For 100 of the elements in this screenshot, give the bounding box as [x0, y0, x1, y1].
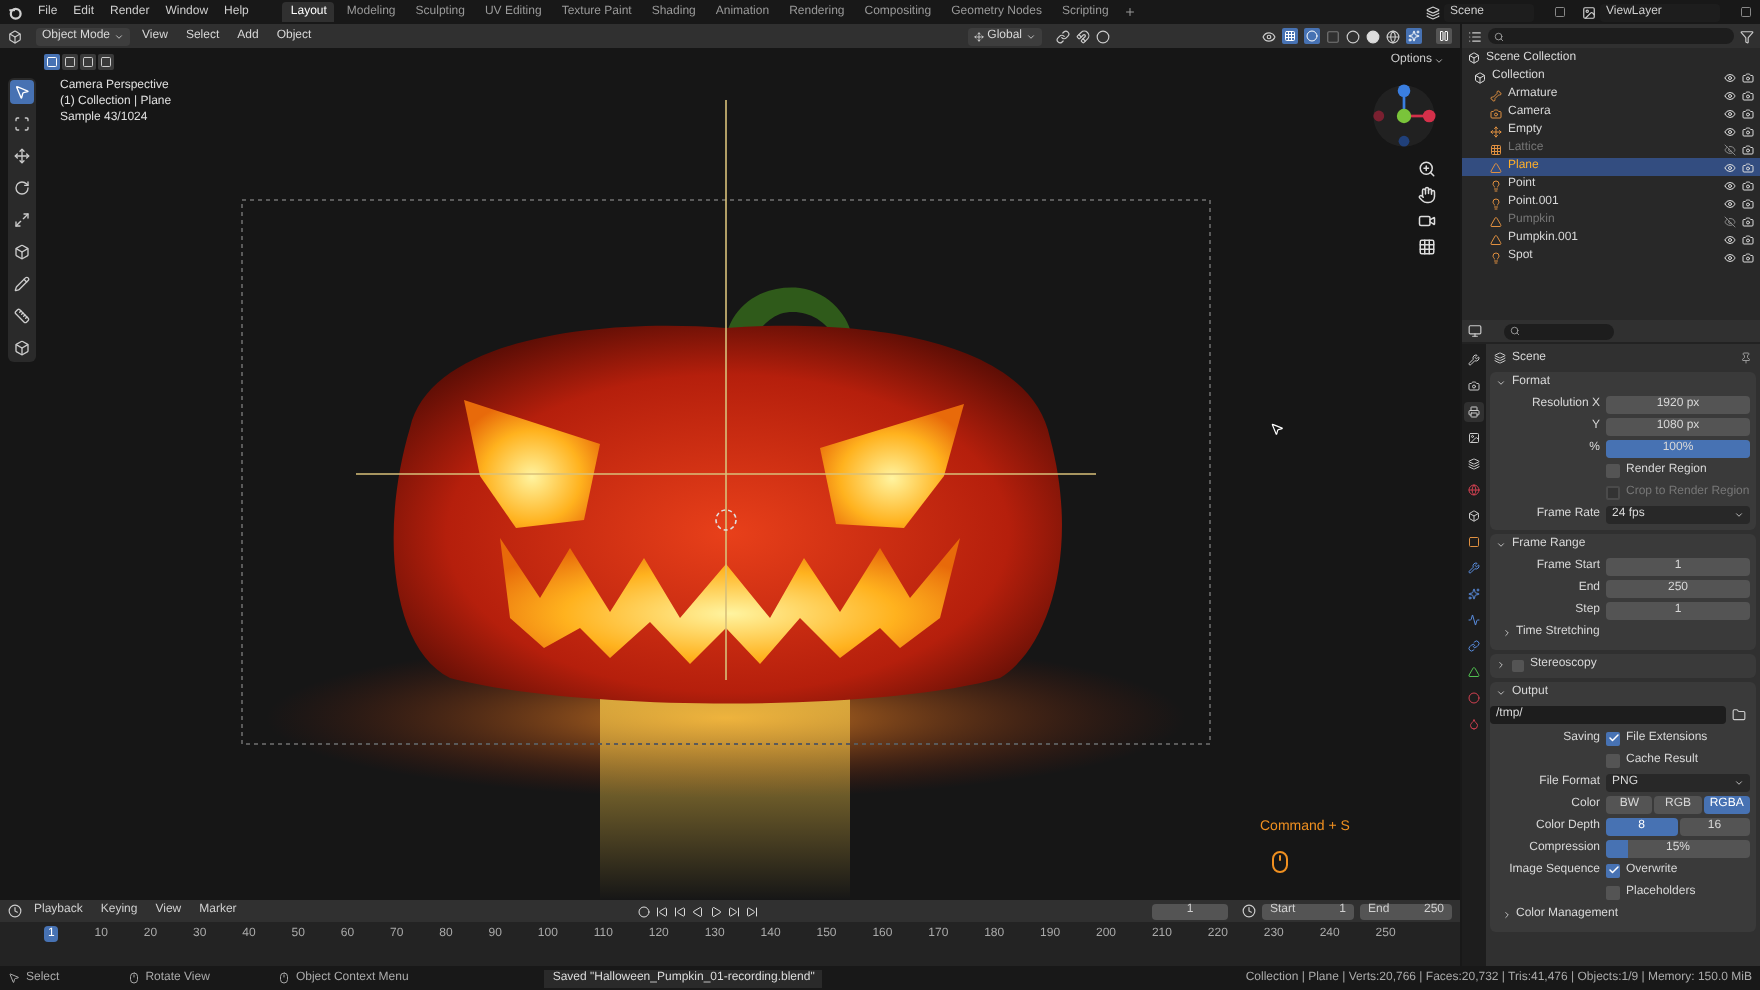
next-keyframe-icon[interactable] [727, 905, 740, 917]
move-tool-icon[interactable] [10, 144, 34, 168]
jump-start-icon[interactable] [655, 905, 668, 917]
overlay-icon[interactable] [1304, 28, 1320, 44]
select-tool-icon[interactable] [10, 80, 34, 104]
render-visibility-icon[interactable] [1742, 89, 1754, 101]
visibility-icon[interactable] [1724, 161, 1736, 173]
previous-keyframe-icon[interactable] [673, 905, 686, 917]
render-visibility-icon[interactable] [1742, 125, 1754, 137]
folder-icon[interactable] [1732, 708, 1746, 722]
data-tab-icon[interactable] [1464, 662, 1484, 682]
constraints-tab-icon[interactable] [1464, 636, 1484, 656]
rendered-shading-icon[interactable] [1406, 28, 1422, 44]
visibility-icon[interactable] [1262, 29, 1276, 43]
new-view-layer-icon[interactable] [1740, 6, 1752, 18]
checkbox[interactable] [1606, 885, 1620, 899]
caret-icon [1502, 628, 1512, 638]
hidden-icon[interactable] [1724, 143, 1736, 155]
filter-icon[interactable] [1740, 29, 1754, 43]
render-visibility-icon[interactable] [1742, 251, 1754, 263]
render-visibility-icon[interactable] [1742, 143, 1754, 155]
grid-icon[interactable] [1418, 238, 1436, 256]
caret-icon [1496, 688, 1506, 698]
material-shading-icon[interactable] [1386, 29, 1400, 43]
texture-tab-icon[interactable] [1464, 714, 1484, 734]
play-icon[interactable] [709, 905, 722, 917]
jump-end-icon[interactable] [745, 905, 758, 917]
scene-icon[interactable] [1426, 5, 1440, 19]
checkbox[interactable] [1512, 659, 1524, 671]
search-field[interactable] [1488, 28, 1734, 44]
visibility-icon[interactable] [1724, 179, 1736, 191]
proportional-edit-icon[interactable] [1096, 29, 1110, 43]
solid-shading-icon[interactable] [1366, 29, 1380, 43]
pin-icon[interactable] [1740, 352, 1752, 364]
rotate-tool-icon[interactable] [10, 176, 34, 200]
pan-icon[interactable] [1418, 186, 1436, 204]
new-scene-icon[interactable] [1554, 6, 1566, 18]
gizmo-icon[interactable] [1282, 28, 1298, 44]
editor-type-icon[interactable] [8, 904, 22, 918]
render-visibility-icon[interactable] [1742, 107, 1754, 119]
record-icon[interactable] [637, 905, 650, 917]
render-visibility-icon[interactable] [1742, 233, 1754, 245]
editor-type-icon[interactable] [8, 29, 22, 43]
hidden-icon[interactable] [1724, 215, 1736, 227]
physics-tab-icon[interactable] [1464, 610, 1484, 630]
check-icon [1607, 864, 1619, 876]
output-tab-icon[interactable] [1464, 402, 1484, 422]
render-visibility-icon[interactable] [1742, 71, 1754, 83]
caret-icon [1026, 31, 1036, 41]
snap-icon[interactable] [1076, 29, 1090, 43]
add-cube-tool-icon[interactable] [10, 336, 34, 360]
light-icon [1490, 179, 1502, 191]
measure-tool-icon[interactable] [10, 304, 34, 328]
pivot-icon[interactable] [1056, 29, 1070, 43]
scale-tool-icon[interactable] [10, 208, 34, 232]
camera-icon [1490, 107, 1502, 119]
visibility-icon[interactable] [1724, 251, 1736, 263]
search-icon [1510, 326, 1520, 336]
caret-icon [1734, 509, 1744, 519]
visibility-icon[interactable] [1724, 107, 1736, 119]
visibility-icon[interactable] [1724, 197, 1736, 209]
preview-range-icon[interactable] [1242, 904, 1257, 918]
object-tab-icon[interactable] [1464, 532, 1484, 552]
collection-tab-icon[interactable] [1464, 506, 1484, 526]
xray-icon[interactable] [1326, 29, 1340, 43]
visibility-icon[interactable] [1724, 89, 1736, 101]
zoom-icon[interactable] [1418, 160, 1436, 178]
checkbox[interactable] [1606, 753, 1620, 767]
blender-logo-icon[interactable] [8, 5, 22, 19]
visibility-icon[interactable] [1724, 71, 1736, 83]
render-visibility-icon[interactable] [1742, 161, 1754, 173]
render-visibility-icon[interactable] [1742, 197, 1754, 209]
visibility-icon[interactable] [1724, 233, 1736, 245]
cursor-tool-icon[interactable] [10, 112, 34, 136]
caret-icon [1434, 56, 1444, 66]
annotate-tool-icon[interactable] [10, 272, 34, 296]
render-visibility-icon[interactable] [1742, 179, 1754, 191]
modifiers-tab-icon[interactable] [1464, 558, 1484, 578]
render-tab-icon[interactable] [1464, 376, 1484, 396]
visibility-icon[interactable] [1724, 125, 1736, 137]
camera-view-icon[interactable] [1418, 212, 1436, 230]
wireframe-shading-icon[interactable] [1346, 29, 1360, 43]
check-icon [1607, 732, 1619, 744]
play-reverse-icon[interactable] [691, 905, 704, 917]
view-layer-icon[interactable] [1582, 5, 1596, 19]
pause-icon[interactable] [1436, 28, 1452, 44]
caret-icon [1496, 378, 1506, 388]
add-workspace-icon[interactable] [1124, 6, 1137, 18]
search-field[interactable] [1504, 323, 1614, 339]
3d-cursor-icon [715, 509, 737, 531]
render-visibility-icon[interactable] [1742, 215, 1754, 227]
axis-gizmo-icon[interactable] [1368, 80, 1440, 152]
tool-tab-icon[interactable] [1464, 350, 1484, 370]
editor-type-icon[interactable] [1468, 324, 1482, 338]
display-mode-icon[interactable] [1468, 29, 1482, 43]
transform-tool-icon[interactable] [10, 240, 34, 264]
checkbox[interactable] [1606, 463, 1620, 477]
particles-tab-icon[interactable] [1464, 584, 1484, 604]
scene-tab-icon[interactable] [1464, 454, 1484, 474]
caret-icon [1734, 777, 1744, 787]
